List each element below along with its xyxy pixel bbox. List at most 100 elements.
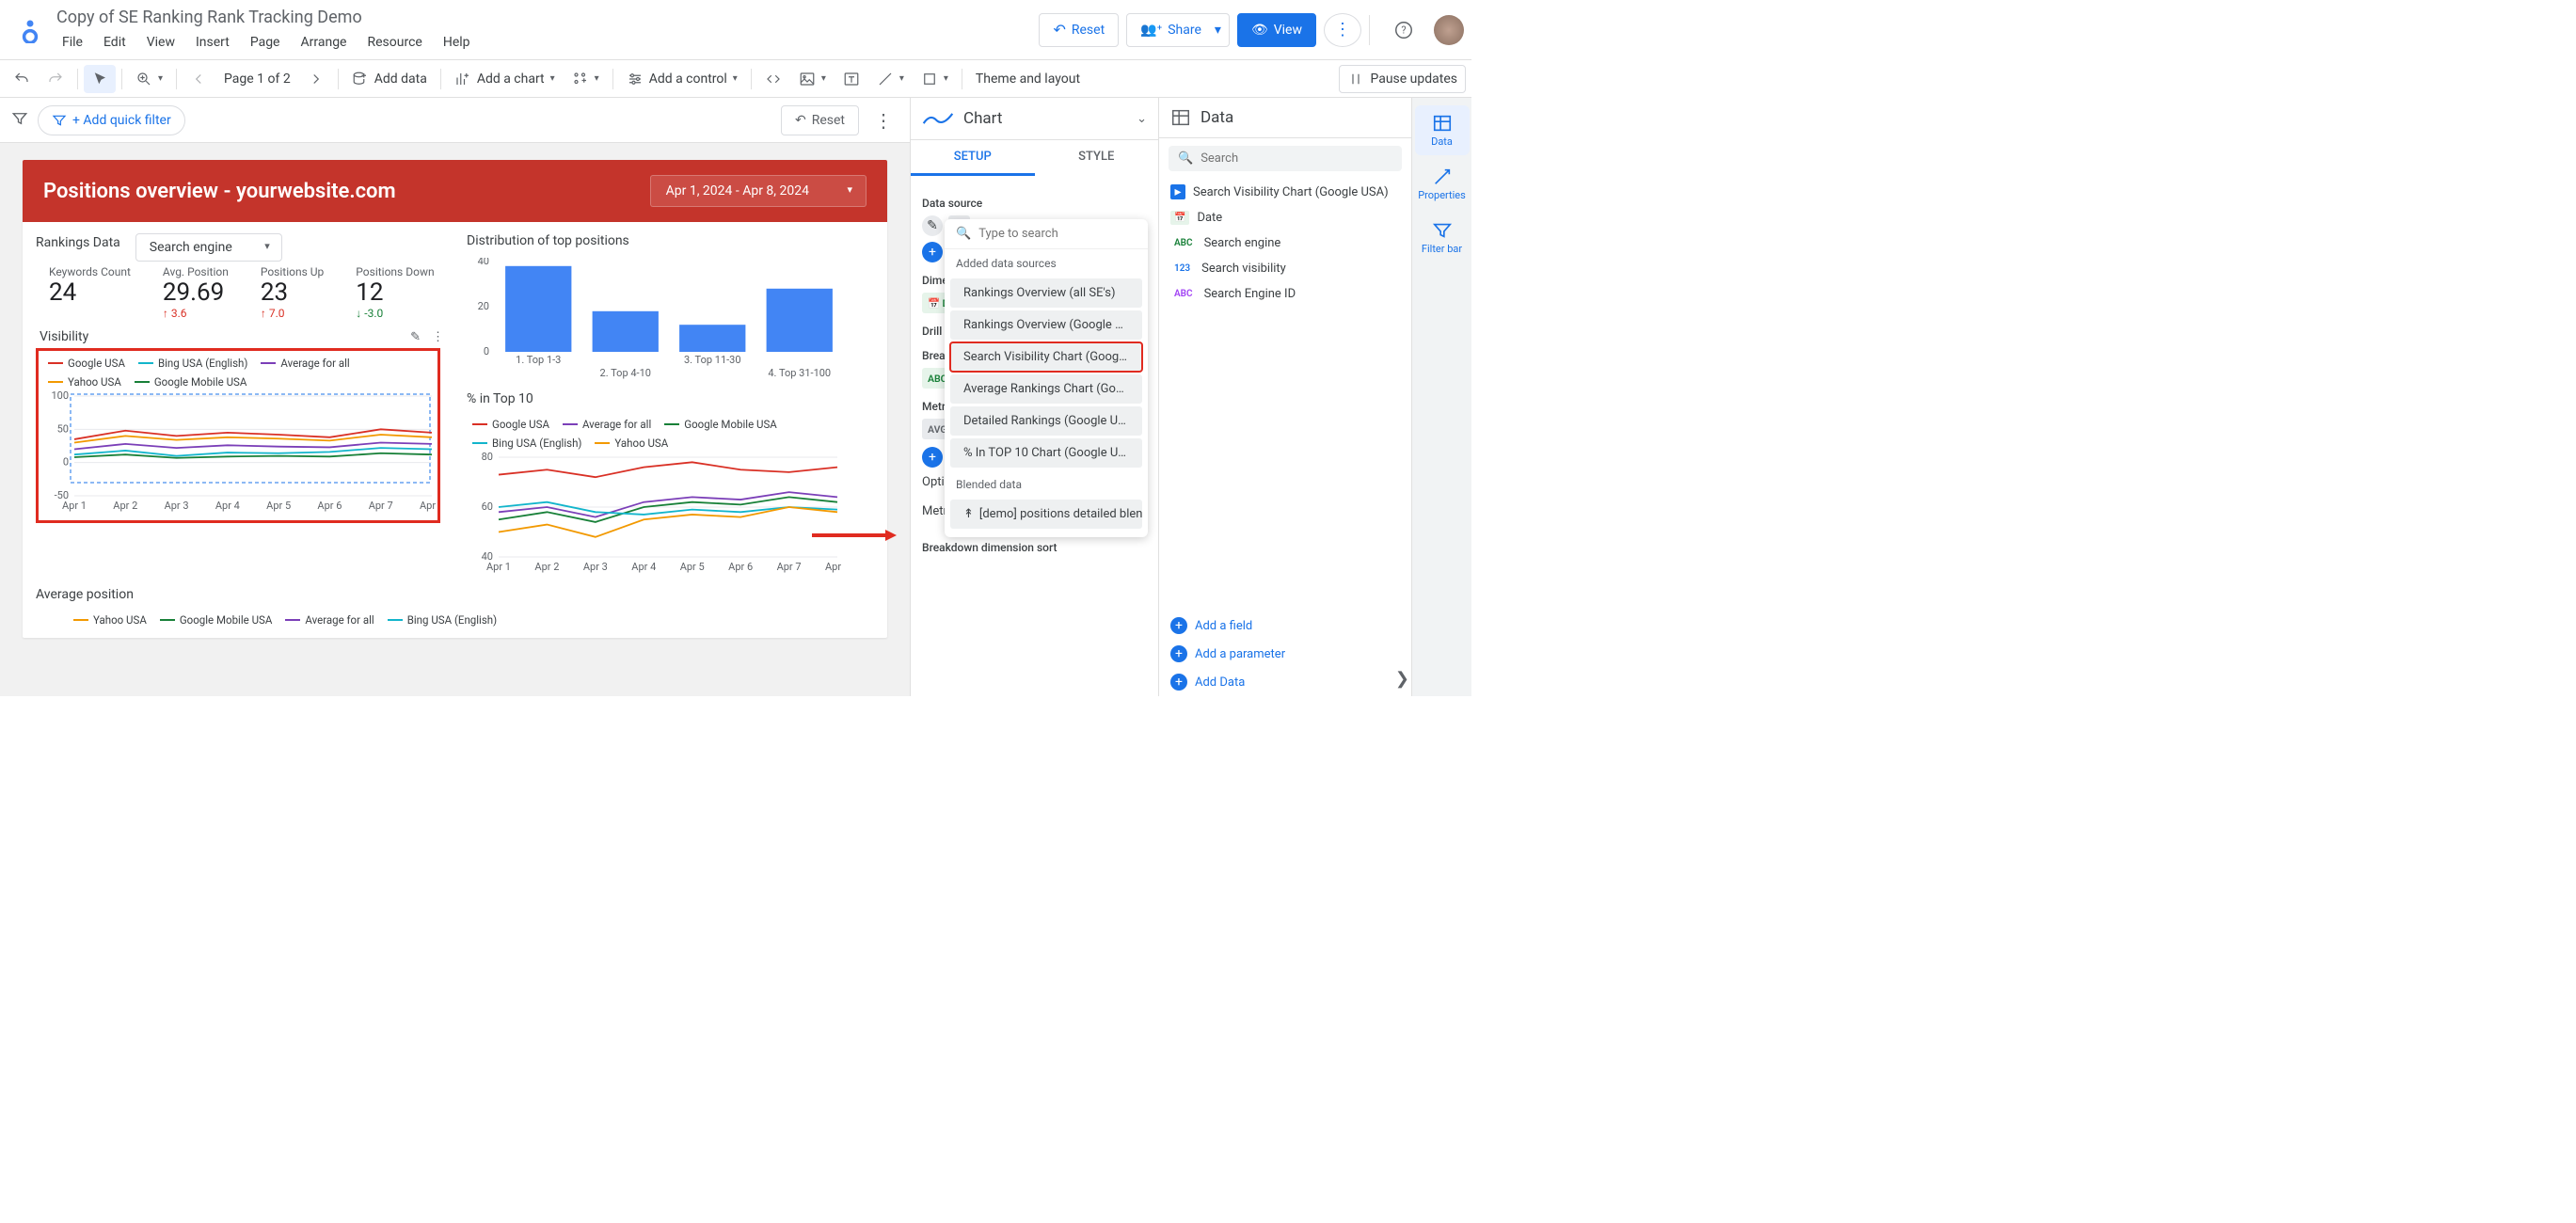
report: Positions overview - yourwebsite.com Apr… xyxy=(23,160,887,638)
ds-item[interactable]: % In TOP 10 Chart (Google USA) xyxy=(950,438,1142,468)
field-search-input[interactable] xyxy=(1201,151,1392,166)
svg-text:Apr 6: Apr 6 xyxy=(728,561,753,573)
add-metric-icon[interactable]: + xyxy=(922,447,943,468)
field-search[interactable]: 🔍 xyxy=(1169,146,1402,171)
blend-add-icon[interactable]: + xyxy=(922,242,943,262)
svg-text:80: 80 xyxy=(482,452,493,463)
add-data-link[interactable]: +Add Data xyxy=(1159,668,1411,696)
ds-search-input[interactable] xyxy=(978,227,1137,241)
share-button[interactable]: 👥⁺Share xyxy=(1126,13,1216,47)
top10-label: % in Top 10 xyxy=(467,391,874,406)
line-button[interactable]: ▾ xyxy=(869,65,912,93)
undo-button[interactable] xyxy=(6,65,38,93)
expand-panel-icon[interactable]: ❯ xyxy=(1395,669,1409,689)
add-quick-filter-button[interactable]: + Add quick filter xyxy=(38,105,185,135)
share-dropdown[interactable]: ▾ xyxy=(1207,13,1230,47)
theme-layout-button[interactable]: Theme and layout xyxy=(968,65,1088,93)
menu-resource[interactable]: Resource xyxy=(358,31,431,54)
next-page-button[interactable] xyxy=(300,65,332,93)
embed-button[interactable] xyxy=(757,65,789,93)
zoom-tool[interactable]: ▾ xyxy=(128,65,170,93)
svg-text:Apr 7: Apr 7 xyxy=(777,561,802,573)
tab-style[interactable]: STYLE xyxy=(1035,140,1159,176)
add-parameter-link[interactable]: +Add a parameter xyxy=(1159,640,1411,668)
edit-icon[interactable]: ✎ xyxy=(405,330,426,344)
menu-file[interactable]: File xyxy=(53,31,92,54)
data-panel-title: Data xyxy=(1201,108,1233,127)
ds-search[interactable]: 🔍 xyxy=(945,219,1148,249)
edit-source-icon[interactable]: ✎ xyxy=(922,215,943,236)
app-header: Copy of SE Ranking Rank Tracking Demo Fi… xyxy=(0,0,1471,60)
add-field-link[interactable]: +Add a field xyxy=(1159,612,1411,640)
ds-item[interactable]: Rankings Overview (all SE's) xyxy=(950,278,1142,308)
more-options-button[interactable]: ⋮ xyxy=(1324,13,1361,47)
data-source-field[interactable]: ▸Search Visibility Chart (Google USA) xyxy=(1159,179,1411,205)
svg-text:Apr 8: Apr 8 xyxy=(825,561,843,573)
avg-position-label: Average position xyxy=(36,587,874,602)
database-plus-icon xyxy=(352,71,369,87)
menu-edit[interactable]: Edit xyxy=(94,31,135,54)
rail-filter[interactable]: Filter bar xyxy=(1415,213,1470,262)
filter-icon[interactable] xyxy=(11,110,28,131)
top10-line-chart[interactable]: 406080Apr 1Apr 2Apr 3Apr 4Apr 5Apr 6Apr … xyxy=(467,452,843,574)
add-chart-button[interactable]: Add a chart▾ xyxy=(447,65,563,93)
ds-item-blended[interactable]: ↟[demo] positions detailed blend xyxy=(950,500,1142,529)
redo-button[interactable] xyxy=(40,65,72,93)
rail-data[interactable]: Data xyxy=(1415,105,1470,155)
account-avatar[interactable] xyxy=(1434,15,1464,45)
field-item[interactable]: 📅Date xyxy=(1159,205,1411,230)
pause-updates-button[interactable]: Pause updates xyxy=(1339,65,1466,93)
field-item[interactable]: ABCSearch engine xyxy=(1159,230,1411,256)
menu-insert[interactable]: Insert xyxy=(186,31,239,54)
report-canvas[interactable]: Positions overview - yourwebsite.com Apr… xyxy=(0,143,910,696)
doc-title[interactable]: Copy of SE Ranking Rank Tracking Demo xyxy=(53,6,480,29)
text-button[interactable] xyxy=(835,65,867,93)
data-panel: Data 🔍 ▸Search Visibility Chart (Google … xyxy=(1159,98,1411,696)
page-indicator[interactable]: Page 1 of 2 xyxy=(216,65,298,93)
undo-icon xyxy=(13,71,30,87)
search-icon: 🔍 xyxy=(956,227,971,241)
config-tabs: SETUP STYLE xyxy=(911,140,1158,176)
menu-page[interactable]: Page xyxy=(241,31,290,54)
ds-item[interactable]: Average Rankings Chart (Google USA) xyxy=(950,374,1142,404)
add-control-button[interactable]: Add a control▾ xyxy=(619,65,745,93)
view-button[interactable]: 👁View xyxy=(1237,13,1316,47)
menu-help[interactable]: Help xyxy=(434,31,480,54)
distribution-bar-chart[interactable]: 02040381. Top 1-3182. Top 4-10123. Top 1… xyxy=(467,258,843,380)
ds-item[interactable]: Search Visibility Chart (Google USA) xyxy=(950,342,1142,372)
date-range-picker[interactable]: Apr 1, 2024 - Apr 8, 2024 xyxy=(650,175,867,207)
canvas-reset-button[interactable]: ↶Reset xyxy=(781,105,859,135)
community-viz-button[interactable]: ▾ xyxy=(564,65,607,93)
chart-config-header[interactable]: Chart ⌄ xyxy=(911,98,1158,140)
prev-page-button[interactable] xyxy=(183,65,215,93)
main: + Add quick filter ↶Reset ⋮ Positions ov… xyxy=(0,98,1471,696)
add-data-button[interactable]: Add data xyxy=(344,65,435,93)
svg-text:Apr 6: Apr 6 xyxy=(317,500,342,512)
menu-arrange[interactable]: Arrange xyxy=(292,31,357,54)
svg-text:38: 38 xyxy=(533,258,544,265)
svg-text:100: 100 xyxy=(51,390,69,402)
more-vert-icon[interactable]: ⋮ xyxy=(426,330,450,344)
ds-item[interactable]: Detailed Rankings (Google USA) xyxy=(950,406,1142,436)
canvas-more-icon[interactable]: ⋮ xyxy=(868,109,898,132)
selection-tool[interactable] xyxy=(84,65,116,93)
image-button[interactable]: ▾ xyxy=(791,65,834,93)
help-button[interactable]: ? xyxy=(1385,13,1423,47)
tab-setup[interactable]: SETUP xyxy=(911,140,1035,176)
ds-item[interactable]: Rankings Overview (Google USA) xyxy=(950,310,1142,340)
chart-config-panel: Chart ⌄ SETUP STYLE Data source ✎ S + B … xyxy=(911,98,1159,696)
field-item[interactable]: ABCSearch Engine ID xyxy=(1159,281,1411,307)
search-engine-select[interactable]: Search engine xyxy=(135,233,282,262)
visibility-legend: Google USABing USA (English)Average for … xyxy=(42,355,434,390)
help-icon: ? xyxy=(1393,20,1414,40)
rail-properties[interactable]: Properties xyxy=(1415,159,1470,209)
reset-button[interactable]: ↶Reset xyxy=(1039,13,1119,47)
svg-text:3. Top 11-30: 3. Top 11-30 xyxy=(684,354,741,366)
looker-studio-logo-icon[interactable] xyxy=(15,15,45,45)
visibility-chart[interactable]: Google USABing USA (English)Average for … xyxy=(36,348,440,523)
more-vert-icon: ⋮ xyxy=(1334,20,1351,40)
menu-view[interactable]: View xyxy=(137,31,184,54)
canvas-toolbar: + Add quick filter ↶Reset ⋮ xyxy=(0,98,910,143)
field-item[interactable]: 123Search visibility xyxy=(1159,256,1411,281)
shape-button[interactable]: ▾ xyxy=(914,65,956,93)
